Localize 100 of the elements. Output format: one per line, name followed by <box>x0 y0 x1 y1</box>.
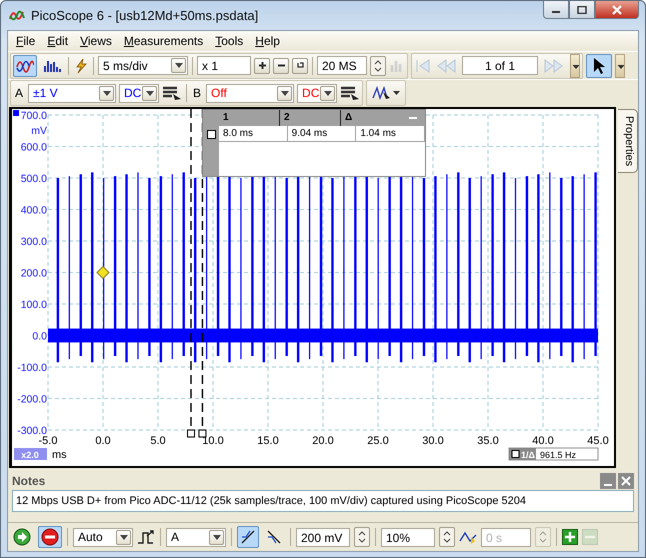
stop-icon <box>41 528 59 546</box>
column-header: 1 <box>222 111 230 125</box>
table-cell: 8.0 ms <box>219 126 288 142</box>
caret-icon <box>174 63 182 68</box>
x-axis-label: -5.0 <box>38 435 58 447</box>
undo-icon <box>296 61 304 70</box>
caret-icon[interactable] <box>570 54 580 78</box>
y-axis-label: 200.0 <box>20 268 47 280</box>
menu-item[interactable]: Views <box>74 34 118 48</box>
undo-zoom-button[interactable] <box>292 58 308 74</box>
y-axis-label: 700.0 <box>20 110 47 122</box>
column-header: 2 <box>279 110 340 126</box>
close-icon <box>611 4 623 14</box>
caret-icon <box>393 91 400 95</box>
maximize-button[interactable] <box>569 1 595 19</box>
pretrigger-field[interactable]: 10% <box>381 528 435 546</box>
y-axis-label: 0.0 <box>32 330 47 342</box>
trigger-pulse-icon[interactable] <box>137 529 155 545</box>
waveform-icon <box>372 86 392 100</box>
caret-icon <box>146 90 154 96</box>
menu-item[interactable]: Edit <box>41 34 74 48</box>
x-axis-label: 40.0 <box>532 435 554 447</box>
rising-edge-button[interactable] <box>237 526 259 548</box>
coupling-dropdown[interactable]: DC <box>119 84 160 102</box>
x-axis-label: 20.0 <box>312 435 334 447</box>
menu-item[interactable]: Tools <box>209 34 250 48</box>
x-axis-label: 30.0 <box>422 435 444 447</box>
channel-label: B <box>192 86 202 100</box>
zoom-badge: x2.0 <box>14 448 47 460</box>
pointer-tool-button[interactable] <box>586 54 612 78</box>
maximize-icon <box>577 6 587 14</box>
channel-label: A <box>14 86 24 100</box>
timebase-dropdown[interactable]: 5 ms/div <box>98 56 188 75</box>
table-cell: 1.04 ms <box>356 126 426 142</box>
channel-options-icon[interactable] <box>340 85 360 101</box>
falling-edge-icon <box>266 529 282 545</box>
caret-icon <box>120 534 128 540</box>
caret-icon <box>280 90 289 96</box>
scope-view-button[interactable] <box>13 54 37 76</box>
minimize-icon[interactable] <box>600 472 616 488</box>
pointer-icon <box>592 56 606 74</box>
y-axis-label: -100.0 <box>17 362 47 374</box>
zoom-out-button[interactable] <box>273 58 289 74</box>
trigger-delay-icon[interactable] <box>459 529 477 545</box>
column-header: Δ <box>340 110 401 126</box>
coupling-dropdown[interactable]: DC <box>297 84 338 102</box>
notes-title: Notes <box>12 474 46 488</box>
range-dropdown[interactable]: Off <box>206 84 294 102</box>
close-button[interactable] <box>595 1 639 19</box>
rising-edge-icon <box>240 529 256 545</box>
caret-icon <box>102 90 111 96</box>
zoom-in-button[interactable] <box>254 58 270 74</box>
spin-control[interactable] <box>439 527 455 547</box>
channel-options-icon[interactable] <box>162 85 182 101</box>
menu-item[interactable]: Help <box>249 34 286 48</box>
waveform-icon <box>9 8 25 22</box>
menu-item[interactable]: File <box>10 34 42 48</box>
spin-control[interactable] <box>354 527 370 547</box>
trigger-mode-dropdown[interactable]: Auto <box>73 528 133 546</box>
trigger-source-dropdown[interactable]: A <box>166 528 226 546</box>
caret-icon <box>324 90 332 96</box>
samples-field[interactable]: 20 MS <box>317 56 367 75</box>
buffer-field[interactable]: 1 of 1 <box>462 56 538 75</box>
y-axis-label: 100.0 <box>20 299 47 311</box>
x-axis-label: 10.0 <box>202 435 224 447</box>
table-cell: 9.04 ms <box>288 126 356 142</box>
y-axis-label: 500.0 <box>20 173 47 185</box>
caret-icon <box>212 534 220 540</box>
y-axis-label: 300.0 <box>20 236 47 248</box>
caret-icon[interactable] <box>615 54 625 78</box>
y-axis-unit: mV <box>31 125 47 137</box>
y-axis-label: 600.0 <box>20 142 47 154</box>
bar-chart-icon <box>43 58 61 72</box>
zoom-field[interactable]: x 1 <box>197 56 251 75</box>
y-axis-label: -200.0 <box>17 394 47 406</box>
waveform-icon <box>16 58 34 72</box>
close-icon[interactable] <box>618 472 634 488</box>
x-axis-label: 0.0 <box>95 435 111 447</box>
x-axis-label: 35.0 <box>477 435 499 447</box>
checkbox[interactable] <box>206 130 216 138</box>
window-title: PicoScope 6 - [usb12Md+50ms.psdata] <box>31 8 260 23</box>
play-icon <box>13 528 31 546</box>
x-axis-label: 45.0 <box>587 435 609 447</box>
add-icon[interactable] <box>562 529 578 545</box>
channel-marker[interactable] <box>13 110 19 116</box>
spin-control[interactable] <box>370 56 386 76</box>
x-axis-label: 25.0 <box>367 435 389 447</box>
y-axis-label: -300.0 <box>17 425 47 437</box>
frequency-readout: 1/Δ 961.5 Hz <box>508 448 598 460</box>
plus-icon <box>258 61 266 70</box>
menu-item[interactable]: Measurements <box>118 34 210 48</box>
y-axis-label: 400.0 <box>20 204 47 216</box>
x-axis-label: 15.0 <box>257 435 279 447</box>
properties-tab[interactable]: Properties <box>618 109 638 174</box>
threshold-field[interactable]: 200 mV <box>296 528 350 546</box>
notes-text-field[interactable]: 12 Mbps USB D+ from Pico ADC-11/12 (25k samples/trace, 100 mV/div) captured using PicoScope 5204 <box>12 490 634 512</box>
stop-button[interactable] <box>38 526 62 548</box>
range-dropdown[interactable]: ±1 V <box>28 84 116 102</box>
trigger-marker[interactable] <box>96 266 110 280</box>
minimize-button[interactable] <box>543 1 569 19</box>
